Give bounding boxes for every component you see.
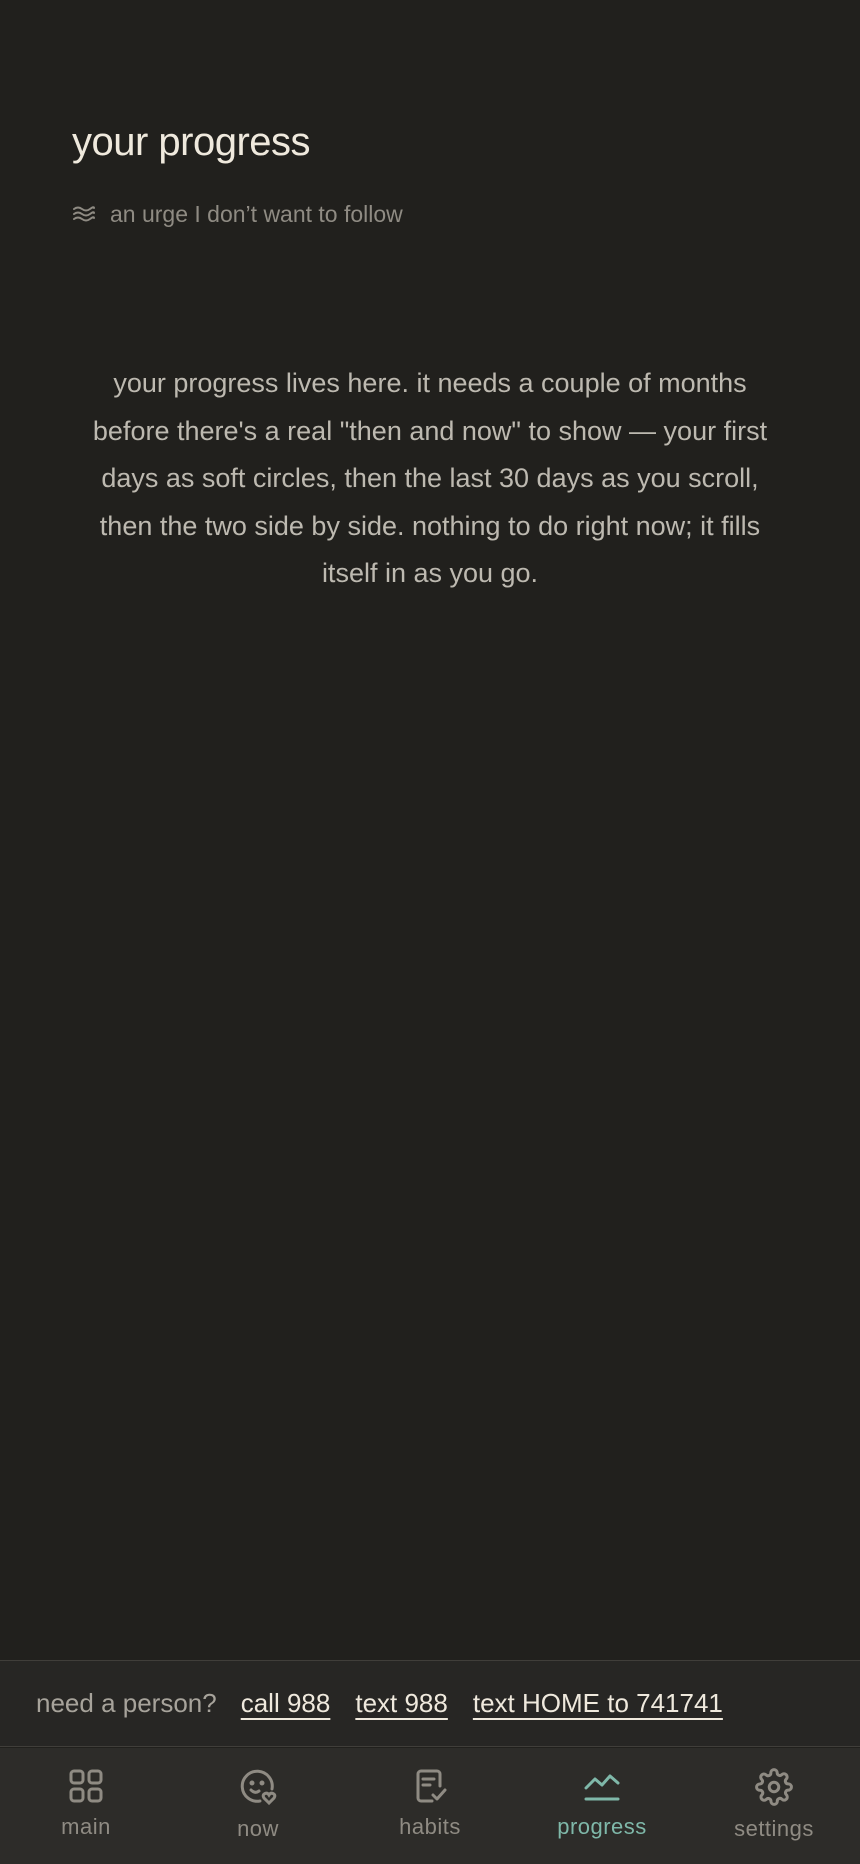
tab-main-label: main — [61, 1814, 111, 1839]
subtitle-text: an urge I don’t want to follow — [110, 200, 403, 227]
gear-icon — [755, 1768, 793, 1806]
tab-now-label: now — [237, 1816, 279, 1841]
tab-habits[interactable]: habits — [344, 1748, 516, 1864]
tab-now[interactable]: now — [172, 1748, 344, 1864]
empty-state-message: your progress lives here. it needs a cou… — [92, 368, 768, 588]
waves-icon — [72, 204, 96, 224]
text-home-link[interactable]: text HOME to 741741 — [473, 1688, 723, 1719]
page-title: your progress — [72, 120, 311, 164]
tab-settings[interactable]: settings — [688, 1748, 860, 1864]
trend-icon — [583, 1768, 621, 1804]
tab-main[interactable]: main — [0, 1748, 172, 1864]
checklist-icon — [412, 1768, 448, 1804]
grid-icon — [68, 1768, 104, 1804]
text-988-link[interactable]: text 988 — [355, 1688, 448, 1719]
urge-subtitle: an urge I don’t want to follow — [72, 196, 403, 232]
face-heart-icon — [239, 1768, 277, 1806]
tab-progress[interactable]: progress — [516, 1748, 688, 1864]
tab-habits-label: habits — [399, 1814, 461, 1839]
call-988-link[interactable]: call 988 — [241, 1688, 331, 1719]
tab-settings-label: settings — [734, 1816, 814, 1841]
helpline-prompt: need a person? — [36, 1688, 217, 1718]
helpline-bar: need a person? call 988 text 988 text HO… — [0, 1660, 860, 1747]
tab-progress-label: progress — [557, 1814, 647, 1839]
bottom-tab-bar: main now habits progress settings — [0, 1748, 860, 1864]
